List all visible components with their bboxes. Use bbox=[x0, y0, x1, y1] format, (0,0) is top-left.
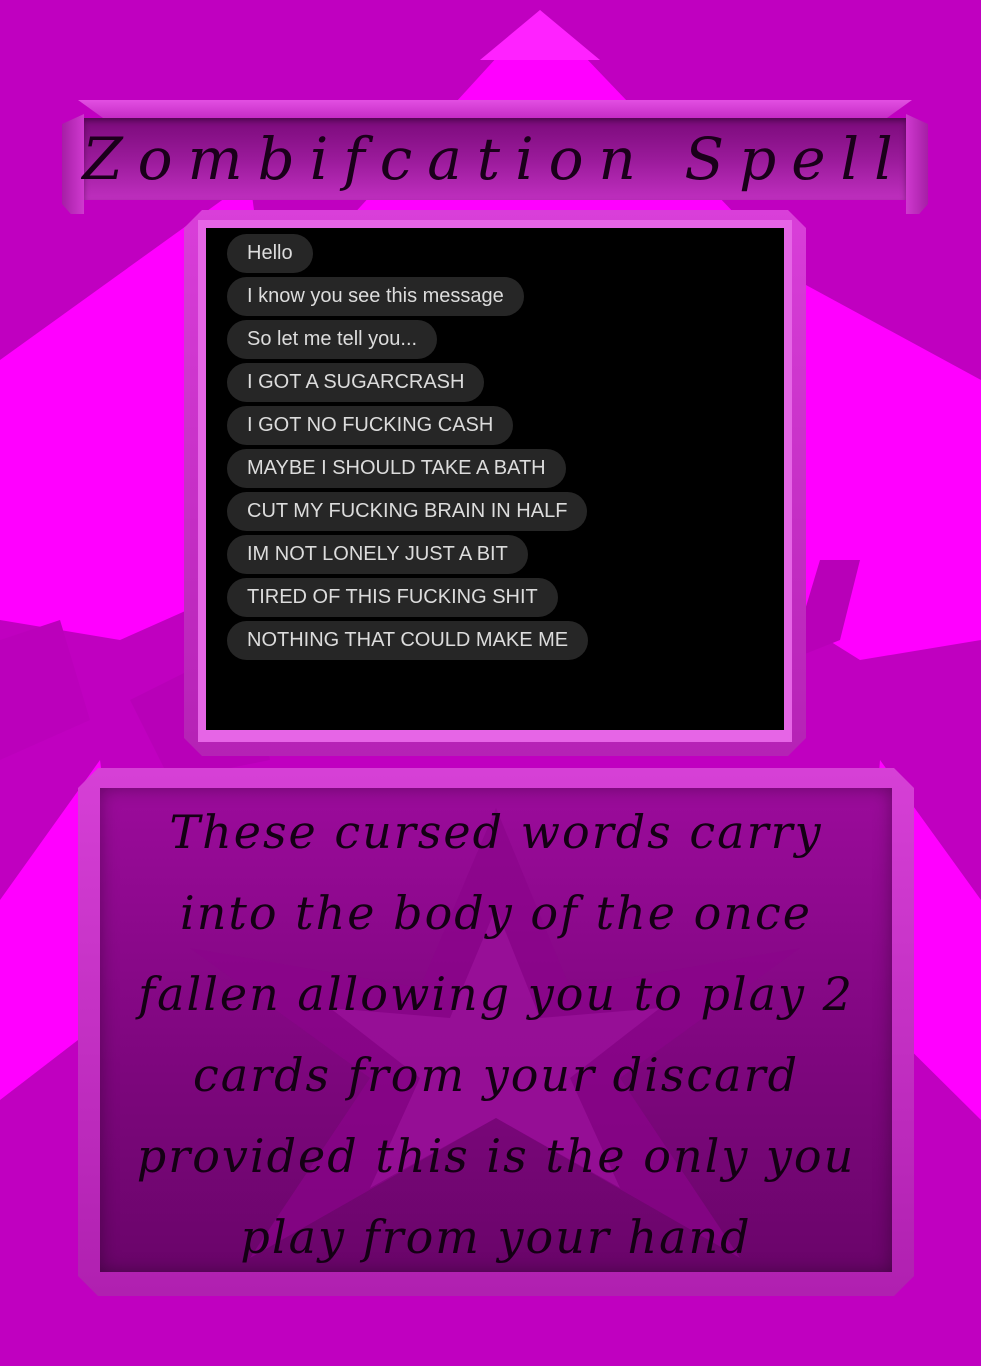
message-bubble: I GOT NO FUCKING CASH bbox=[227, 406, 514, 445]
message-bubble: I know you see this message bbox=[227, 277, 524, 316]
message-bubble: Hello bbox=[227, 234, 313, 273]
message-bubble: TIRED OF THIS FUCKING SHIT bbox=[227, 578, 558, 617]
message-bubble: NOTHING THAT COULD MAKE ME bbox=[227, 621, 589, 660]
description-text: These cursed words carry into the body o… bbox=[136, 805, 856, 1264]
message-bubble: I GOT A SUGARCRASH bbox=[227, 363, 485, 402]
message-bubble: IM NOT LONELY JUST A BIT bbox=[227, 535, 528, 574]
banner-top-bevel bbox=[78, 100, 912, 118]
message-bubble: MAYBE I SHOULD TAKE A BATH bbox=[227, 449, 566, 488]
description-box: These cursed words carry into the body o… bbox=[78, 768, 914, 1296]
message-list: Hello I know you see this message So let… bbox=[227, 234, 589, 664]
title-banner: Zombifcation Spell bbox=[62, 100, 928, 216]
message-bubble: So let me tell you... bbox=[227, 320, 438, 359]
chat-image-frame: Hello I know you see this message So let… bbox=[184, 210, 806, 756]
message-bubble: CUT MY FUCKING BRAIN IN HALF bbox=[227, 492, 588, 531]
card-title: Zombifcation Spell bbox=[82, 125, 908, 193]
banner-right-bevel bbox=[906, 114, 928, 214]
chat-screenshot: Hello I know you see this message So let… bbox=[206, 228, 784, 730]
banner-left-bevel bbox=[62, 114, 84, 214]
